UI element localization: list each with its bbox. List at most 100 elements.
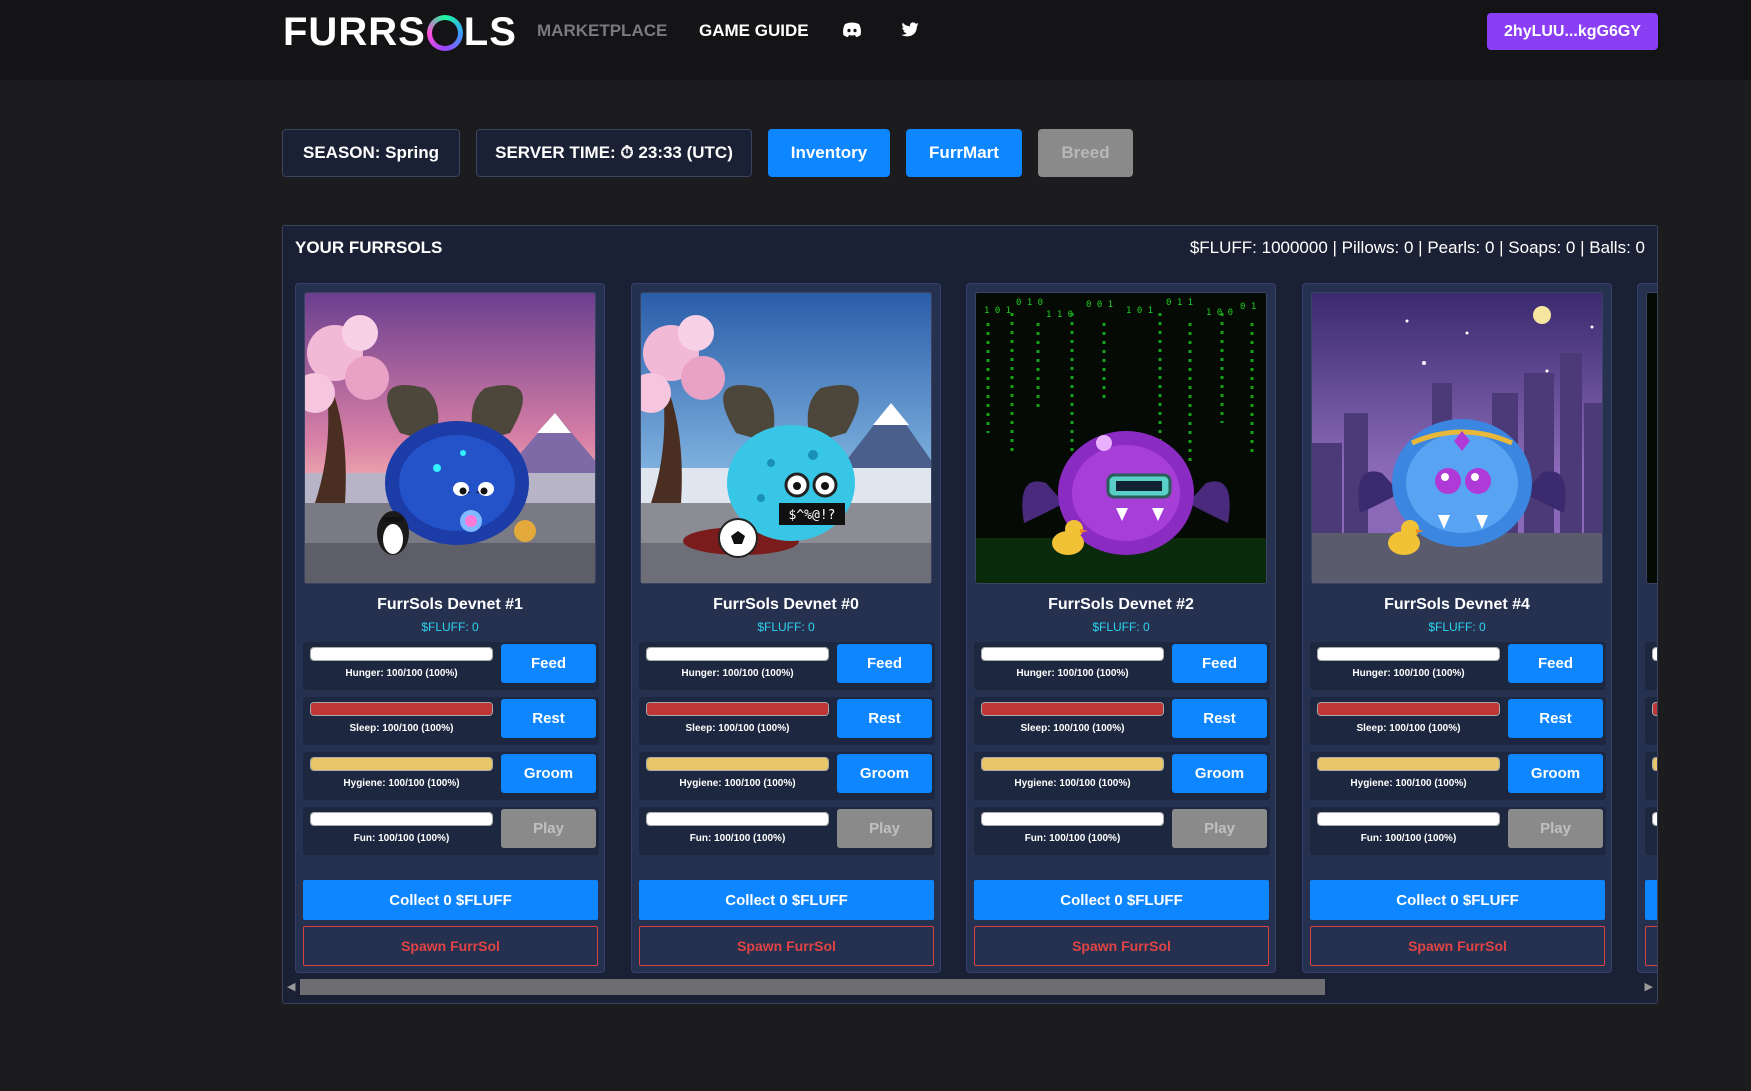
svg-text:0 1: 0 1 [1240, 302, 1256, 312]
furrsols-panel: YOUR FURRSOLS $FLUFF: 1000000 | Pillows:… [282, 225, 1658, 1004]
hunger-label: Hunger: 100/100 (100%) [1016, 668, 1129, 679]
panel-title: YOUR FURRSOLS [295, 238, 443, 257]
sleep-bar [1317, 702, 1500, 716]
fun-label: Fun: 100/100 (100%) [353, 833, 450, 844]
furrsol-card: FurrSols Devnet #1 $FLUFF: 0 Hunger: 100… [295, 283, 605, 973]
fun-row: Fun: 100/100 (100%) Play [303, 807, 599, 855]
hygiene-label: Hygiene: 100/100 (100%) [1014, 778, 1131, 789]
fun-bar [981, 812, 1164, 826]
furrsol-card-partial [1637, 283, 1657, 973]
furrsol-name: FurrSols Devnet #4 [1384, 596, 1530, 613]
furrsol-card: 1 0 1 0 1 0 1 1 0 0 0 1 1 0 1 0 1 1 1 0 … [966, 283, 1276, 973]
hygiene-bar [981, 757, 1164, 771]
nav-marketplace[interactable]: MARKETPLACE [537, 21, 667, 41]
groom-button[interactable]: Groom [837, 754, 932, 793]
hygiene-row: Hygiene: 100/100 (100%) Groom [974, 752, 1270, 800]
svg-text:0 1 0: 0 1 0 [1016, 298, 1043, 308]
spawn-furrsol-button[interactable]: Spawn FurrSol [639, 926, 934, 966]
rest-button[interactable]: Rest [1508, 699, 1603, 738]
svg-text:1 0 0: 1 0 0 [1206, 308, 1233, 318]
sleep-label: Sleep: 100/100 (100%) [685, 723, 790, 734]
scrollbar-thumb[interactable] [300, 979, 1325, 995]
furrsol-image [304, 292, 596, 584]
furrsol-fluff: $FLUFF: 0 [1428, 620, 1486, 634]
breed-button[interactable]: Breed [1038, 129, 1133, 177]
twitter-icon[interactable] [901, 22, 921, 40]
spawn-furrsol-button[interactable]: Spawn FurrSol [303, 926, 598, 966]
nav-game-guide[interactable]: GAME GUIDE [699, 21, 809, 41]
hygiene-row: Hygiene: 100/100 (100%) Groom [303, 752, 599, 800]
groom-button[interactable]: Groom [1172, 754, 1267, 793]
fun-row: Fun: 100/100 (100%) Play [1310, 807, 1606, 855]
scroll-left-icon[interactable]: ◀ [287, 980, 295, 993]
furrsol-card: $^%@!? FurrSols Devnet #0 $FLUFF: 0 Hung… [631, 283, 941, 973]
horizontal-scrollbar[interactable]: ◀ ▶ [283, 977, 1657, 997]
hunger-row: Hunger: 100/100 (100%) Feed [303, 642, 599, 690]
furrsol-fluff: $FLUFF: 0 [1092, 620, 1150, 634]
furrsol-image: 1 0 1 0 1 0 1 1 0 0 0 1 1 0 1 0 1 1 1 0 … [975, 292, 1267, 584]
feed-button[interactable]: Feed [501, 644, 596, 683]
discord-icon[interactable] [842, 22, 862, 40]
hygiene-bar [310, 757, 493, 771]
spawn-furrsol-button[interactable]: Spawn FurrSol [1310, 926, 1605, 966]
collect-fluff-button[interactable]: Collect 0 $FLUFF [639, 880, 934, 920]
hygiene-row: Hygiene: 100/100 (100%) Groom [639, 752, 935, 800]
collect-fluff-button[interactable]: Collect 0 $FLUFF [303, 880, 598, 920]
spawn-furrsol-button[interactable]: Spawn FurrSol [974, 926, 1269, 966]
play-button[interactable]: Play [501, 809, 596, 848]
hunger-row: Hunger: 100/100 (100%) Feed [1310, 642, 1606, 690]
sleep-row: Sleep: 100/100 (100%) Rest [639, 697, 935, 745]
sleep-bar [981, 702, 1164, 716]
fun-bar [1317, 812, 1500, 826]
furrsol-image [1311, 292, 1603, 584]
feed-button[interactable]: Feed [837, 644, 932, 683]
hygiene-bar [646, 757, 829, 771]
sleep-bar [310, 702, 493, 716]
wallet-button[interactable]: 2hyLUU...kgG6GY [1487, 13, 1658, 50]
fun-bar [310, 812, 493, 826]
feed-button[interactable]: Feed [1508, 644, 1603, 683]
groom-button[interactable]: Groom [501, 754, 596, 793]
collect-fluff-button[interactable]: Collect 0 $FLUFF [1310, 880, 1605, 920]
hunger-bar [981, 647, 1164, 661]
play-button[interactable]: Play [837, 809, 932, 848]
hunger-row: Hunger: 100/100 (100%) Feed [974, 642, 1270, 690]
hunger-bar [646, 647, 829, 661]
svg-text:1 1 0: 1 1 0 [1046, 310, 1073, 320]
season-indicator: SEASON: Spring [282, 129, 460, 177]
groom-button[interactable]: Groom [1508, 754, 1603, 793]
hygiene-bar [1317, 757, 1500, 771]
logo-text-left: FURRS [283, 10, 426, 54]
fun-row: Fun: 100/100 (100%) Play [974, 807, 1270, 855]
hunger-bar [310, 647, 493, 661]
hunger-bar [1317, 647, 1500, 661]
scroll-right-icon[interactable]: ▶ [1645, 980, 1653, 993]
rest-button[interactable]: Rest [1172, 699, 1267, 738]
rest-button[interactable]: Rest [837, 699, 932, 738]
sleep-label: Sleep: 100/100 (100%) [1356, 723, 1461, 734]
fun-label: Fun: 100/100 (100%) [1024, 833, 1121, 844]
play-button[interactable]: Play [1508, 809, 1603, 848]
rest-button[interactable]: Rest [501, 699, 596, 738]
furrsol-card: FurrSols Devnet #4 $FLUFF: 0 Hunger: 100… [1302, 283, 1612, 973]
svg-text:1 0 1: 1 0 1 [984, 306, 1011, 316]
collect-fluff-button[interactable]: Collect 0 $FLUFF [974, 880, 1269, 920]
feed-button[interactable]: Feed [1172, 644, 1267, 683]
furrsol-sign-text: $^%@!? [789, 508, 836, 523]
logo-ring-icon [427, 15, 463, 51]
furrsol-name: FurrSols Devnet #2 [1048, 596, 1194, 613]
furrsols-logo[interactable]: FURRS LS [283, 10, 517, 55]
collect-fluff-button[interactable] [1645, 880, 1657, 920]
top-navbar: FURRS LS MARKETPLACE GAME GUIDE 2hyLUU..… [0, 0, 1751, 80]
furrsol-image: $^%@!? [640, 292, 932, 584]
play-button[interactable]: Play [1172, 809, 1267, 848]
sleep-label: Sleep: 100/100 (100%) [349, 723, 454, 734]
fun-bar [646, 812, 829, 826]
inventory-button[interactable]: Inventory [768, 129, 890, 177]
furrmart-button[interactable]: FurrMart [906, 129, 1022, 177]
sleep-label: Sleep: 100/100 (100%) [1020, 723, 1125, 734]
logo-text-right: LS [463, 10, 517, 54]
hygiene-row: Hygiene: 100/100 (100%) Groom [1310, 752, 1606, 800]
furrsol-fluff: $FLUFF: 0 [757, 620, 815, 634]
spawn-furrsol-button[interactable] [1645, 926, 1657, 966]
